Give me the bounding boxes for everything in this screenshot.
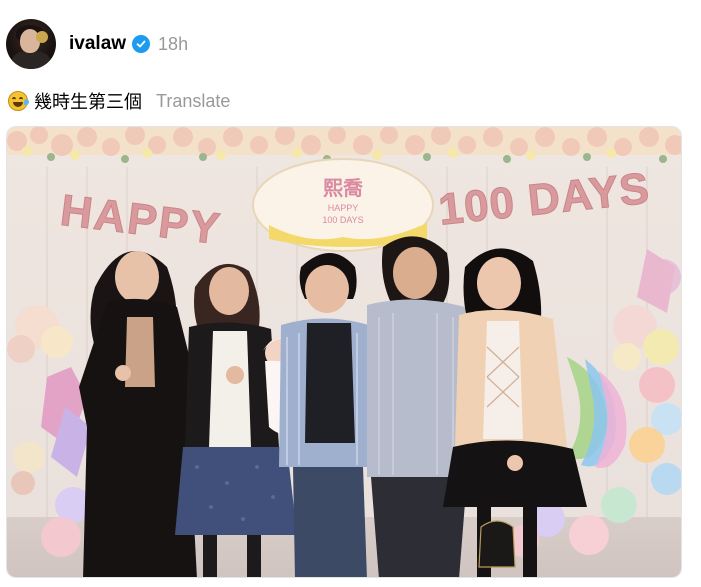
rolling-laughing-emoji-icon [8,91,29,111]
svg-text:100 DAYS: 100 DAYS [322,215,363,225]
verified-badge-icon [132,35,151,53]
post-photo[interactable]: HAPPY 100 DAYS 熙喬 HAPPY 100 DAYS [6,126,682,578]
caption-text: 幾時生第三個 [34,92,142,113]
username[interactable]: ivalaw [69,33,126,55]
post-timestamp[interactable]: 18h [158,34,188,55]
svg-text:熙喬: 熙喬 [323,176,364,200]
post-caption: 幾時生第三個 Translate [8,88,230,114]
svg-text:HAPPY: HAPPY [328,203,359,213]
avatar[interactable] [6,19,56,69]
post-header: ivalaw 18h [6,18,188,70]
translate-link[interactable]: Translate [156,91,230,112]
